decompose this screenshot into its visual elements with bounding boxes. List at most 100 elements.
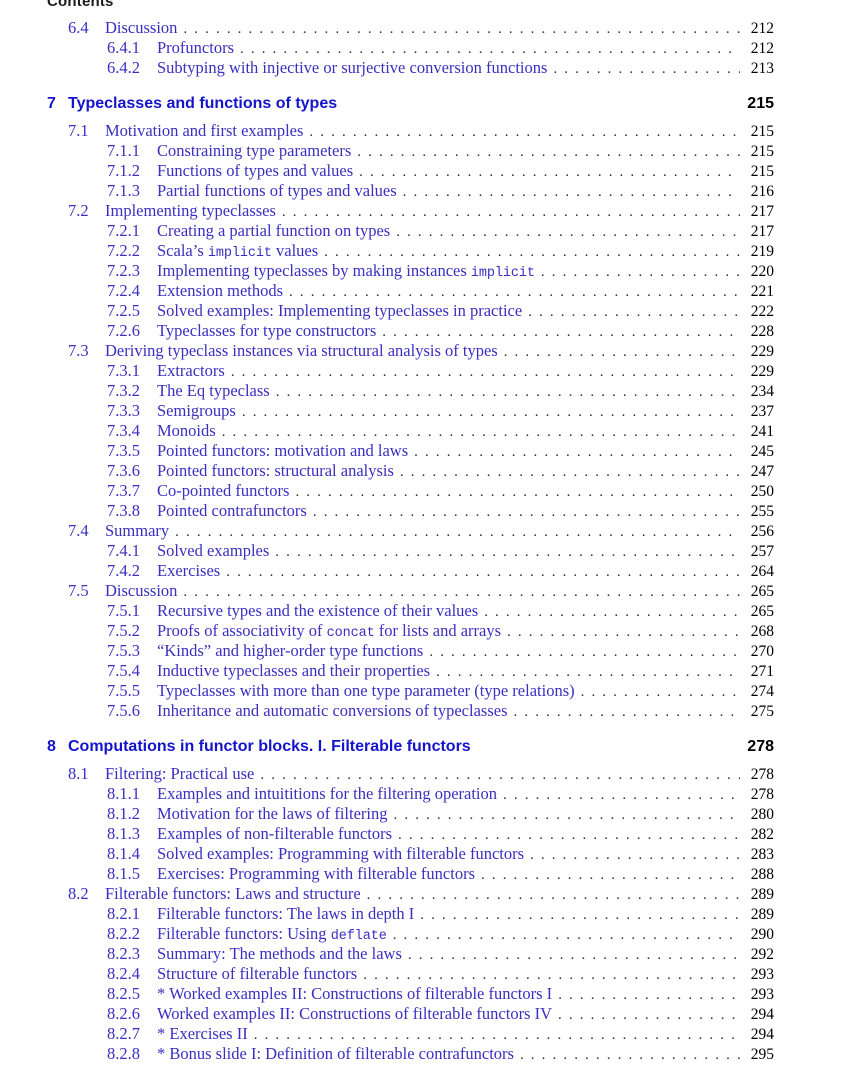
toc-entry[interactable]: 8.1.3 Examples of non-filterable functors… <box>47 824 774 844</box>
toc-entry[interactable]: 8.1.4 Solved examples: Programming with f… <box>47 844 774 864</box>
entry-number: 7.4.2 <box>107 561 140 580</box>
toc-entry[interactable]: 8.1 Filtering: Practical use 278 <box>47 764 774 784</box>
toc-entry[interactable]: 8.2 Filterable functors: Laws and structu… <box>47 884 774 904</box>
toc-entry[interactable]: 7.3.7 Co-pointed functors 250 <box>47 481 774 501</box>
toc-entry[interactable]: 8.1.2 Motivation for the laws of filterin… <box>47 804 774 824</box>
page-number: 241 <box>750 423 774 440</box>
toc-entry[interactable]: 8.2.1 Filterable functors: The laws in de… <box>47 904 774 924</box>
page-number: 265 <box>750 583 774 600</box>
toc-entry[interactable]: 7.5.4 Inductive typeclasses and their pro… <box>47 661 774 681</box>
page-number: 256 <box>750 523 774 540</box>
toc-entry[interactable]: 7.4.1 Solved examples 257 <box>47 541 774 561</box>
toc-entry[interactable]: 7.2.6 Typeclasses for type constructors 22… <box>47 321 774 341</box>
toc-entry[interactable]: 7.3.5 Pointed functors: motivation and la… <box>47 441 774 461</box>
toc-entry[interactable]: 7.5.1 Recursive types and the existence o… <box>47 601 774 621</box>
toc-entry[interactable]: 7.1.2 Functions of types and values 215 <box>47 161 774 181</box>
dot-leader <box>481 868 740 883</box>
toc-entry[interactable]: 8.2.7 * Exercises II 294 <box>47 1024 774 1044</box>
entry-title: Typeclasses with more than one type para… <box>157 681 575 700</box>
dot-leader <box>242 405 740 420</box>
entry-title: Pointed functors: structural analysis <box>157 461 394 480</box>
toc-entry[interactable]: 7.1.3 Partial functions of types and valu… <box>47 181 774 201</box>
toc-entry[interactable]: 7.5.3 “Kinds” and higher-order type funct… <box>47 641 774 661</box>
toc-entry[interactable]: 7.3.4 Monoids 241 <box>47 421 774 441</box>
page-number: 255 <box>750 503 774 520</box>
entry-title: Subtyping with injective or surjective c… <box>157 58 548 77</box>
dot-leader <box>581 685 740 700</box>
toc-entry[interactable]: 8.2.5 * Worked examples II: Constructions… <box>47 984 774 1004</box>
toc-entry[interactable]: 8.2.8 * Bonus slide I: Definition of filt… <box>47 1044 774 1064</box>
toc-entry[interactable]: 7.2.4 Extension methods 221 <box>47 281 774 301</box>
page-number: 212 <box>750 20 774 37</box>
toc-entry[interactable]: 7.3.2 The Eq typeclass 234 <box>47 381 774 401</box>
entry-title: Computations in functor blocks. I. Filte… <box>68 738 471 755</box>
entry-number: 7.2.5 <box>107 301 140 320</box>
entry-title: Examples of non-filterable functors <box>157 824 393 843</box>
page-number: 290 <box>750 926 774 943</box>
toc-entry[interactable]: 8.2.3 Summary: The methods and the laws 29… <box>47 944 774 964</box>
entry-title: The Eq typeclass <box>157 381 270 400</box>
toc-entry[interactable]: 7.5 Discussion 265 <box>47 581 774 601</box>
toc-entry[interactable]: 7.1 Motivation and first examples 215 <box>47 121 774 141</box>
page-number: 215 <box>750 163 774 180</box>
dot-leader <box>183 22 740 37</box>
entry-number: 7.3.1 <box>107 361 140 380</box>
toc-entry[interactable]: 7.3.1 Extractors 229 <box>47 361 774 381</box>
entry-number: 8.2.3 <box>107 944 140 963</box>
toc-entry[interactable]: 8.2.2 Filterable functors: Using deflate 2… <box>47 924 774 944</box>
page-number: 288 <box>750 866 774 883</box>
entry-title: Extension methods <box>157 281 284 300</box>
toc-entry[interactable]: 6.4.2 Subtyping with injective or surject… <box>47 58 774 78</box>
toc-page: Contents 6.4 Discussion 212 6.4.1 Profunctor… <box>0 0 857 1080</box>
entry-number: 7 <box>47 95 56 112</box>
toc-entry[interactable]: 7.2 Implementing typeclasses 217 <box>47 201 774 221</box>
entry-number: 7.1 <box>68 121 89 140</box>
dot-leader <box>359 165 740 180</box>
entry-number: 7.2.6 <box>107 321 140 340</box>
page-number: 294 <box>750 1026 774 1043</box>
toc-entry[interactable]: 7.3 Deriving typeclass instances via stru… <box>47 341 774 361</box>
toc-entry[interactable]: 7.2.1 Creating a partial function on type… <box>47 221 774 241</box>
toc-chapter-entry[interactable]: 8 Computations in functor blocks. I. Filt… <box>47 738 774 764</box>
toc-entry[interactable]: 7.5.5 Typeclasses with more than one type… <box>47 681 774 701</box>
toc-entry[interactable]: 7.5.2 Proofs of associativity of concat f… <box>47 621 774 641</box>
entry-title: “Kinds” and higher-order type functions <box>157 641 424 660</box>
toc-entry[interactable]: 8.1.1 Examples and intuititions for the f… <box>47 784 774 804</box>
toc-entry[interactable]: 7.2.5 Solved examples: Implementing typec… <box>47 301 774 321</box>
entry-title: Structure of filterable functors <box>157 964 358 983</box>
toc-entry[interactable]: 8.2.4 Structure of filterable functors 293 <box>47 964 774 984</box>
dot-leader <box>183 585 740 600</box>
entry-title: Implementing typeclasses by making insta… <box>157 261 535 281</box>
entry-number: 7.1.2 <box>107 161 140 180</box>
toc-entry[interactable]: 8.2.6 Worked examples II: Constructions o… <box>47 1004 774 1024</box>
page-number: 278 <box>750 766 774 783</box>
toc-entry[interactable]: 7.3.8 Pointed contrafunctors 255 <box>47 501 774 521</box>
entry-title: Scala’s implicit values <box>157 241 319 261</box>
entry-number: 8.2.5 <box>107 984 140 1003</box>
toc-chapter-entry[interactable]: 7 Typeclasses and functions of types 215 <box>47 95 774 121</box>
toc-entry[interactable]: 8.1.5 Exercises: Programming with filtera… <box>47 864 774 884</box>
toc-entry[interactable]: 7.4 Summary 256 <box>47 521 774 541</box>
entry-number: 8.1.3 <box>107 824 140 843</box>
page-number: 295 <box>750 1046 774 1063</box>
code-term: deflate <box>330 929 387 944</box>
toc-entry[interactable]: 7.5.6 Inheritance and automatic conversio… <box>47 701 774 721</box>
dot-leader <box>393 928 740 943</box>
page-number: 217 <box>750 203 774 220</box>
entry-title: Semigroups <box>157 401 236 420</box>
entry-title: Discussion <box>105 581 178 600</box>
toc-entry[interactable]: 7.4.2 Exercises 264 <box>47 561 774 581</box>
entry-title: * Worked examples II: Constructions of f… <box>157 984 553 1003</box>
toc-entry[interactable]: 7.2.3 Implementing typeclasses by making … <box>47 261 774 281</box>
entry-number: 8.2.7 <box>107 1024 140 1043</box>
toc-entry[interactable]: 6.4 Discussion 212 <box>47 18 774 38</box>
page-number: 278 <box>750 786 774 803</box>
entry-number: 6.4.2 <box>107 58 140 77</box>
toc-entry[interactable]: 7.1.1 Constraining type parameters 215 <box>47 141 774 161</box>
toc-entry[interactable]: 6.4.1 Profunctors 212 <box>47 38 774 58</box>
toc-entry[interactable]: 7.3.6 Pointed functors: structural analys… <box>47 461 774 481</box>
toc-entry[interactable]: 7.2.2 Scala’s implicit values 219 <box>47 241 774 261</box>
entry-number: 7.3.2 <box>107 381 140 400</box>
toc-entry[interactable]: 7.3.3 Semigroups 237 <box>47 401 774 421</box>
page-number: 250 <box>750 483 774 500</box>
